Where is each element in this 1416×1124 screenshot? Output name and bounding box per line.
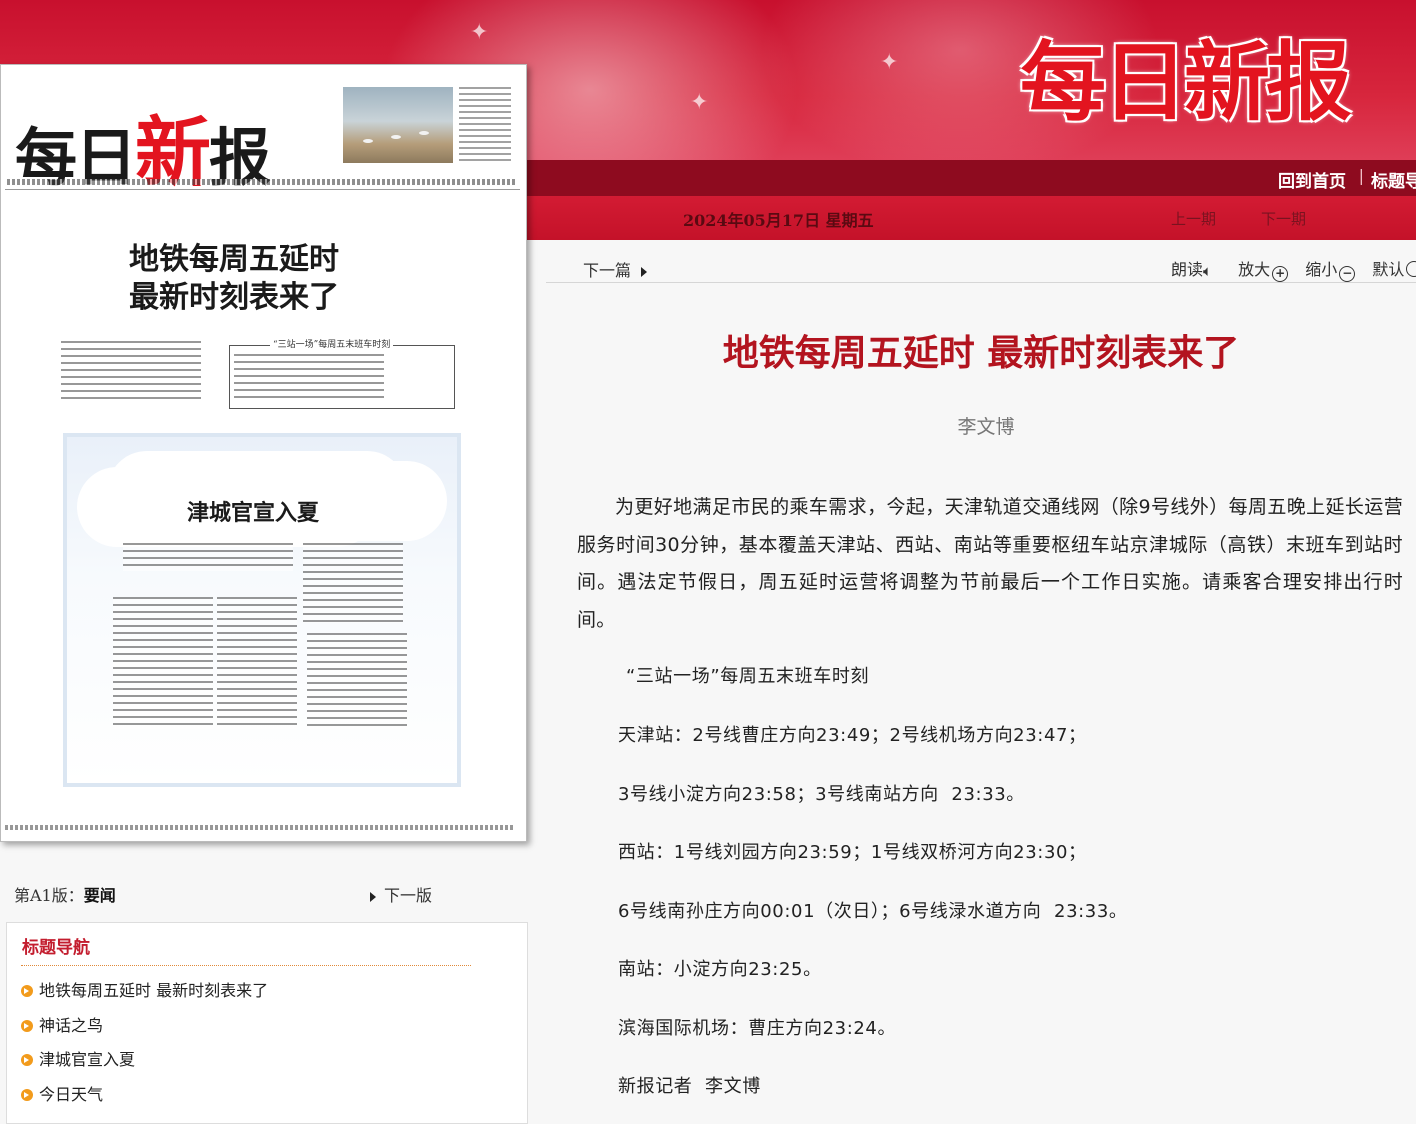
article-line: “三站一场”每周五末班车时刻 [626,666,870,687]
default-size-button[interactable]: 默认 [1372,256,1416,280]
article-intro-paragraph: 为更好地满足市民的乘车需求，今起，天津轨道交通线网（除9号线外）每周五晚上延长运… [577,496,1403,631]
top-nav-bar: 回到首页 | 标题导 [527,160,1416,196]
site-logo[interactable]: 每日新报 [1020,28,1352,138]
article-line: 3号线小淀方向23:58；3号线南站方向 23:33。 [618,784,1025,805]
paper-footer-line [5,825,513,830]
next-edition-link[interactable]: 下一版 [370,882,432,906]
next-issue-link[interactable]: 下一期 [1261,208,1306,229]
zoom-in-button[interactable]: 放大 + [1238,256,1289,282]
bullet-arrow-icon [21,1020,33,1032]
newspaper-page-thumbnail[interactable]: 每日新报 地铁每周五延时 最新时刻表来了 “三站一场”每周五末班车时刻 津城官宣… [0,64,527,842]
next-article-link[interactable]: 下一篇 [583,257,648,281]
article-toolbar: 下一篇 朗读🔈︎ 放大 + 缩小 − 默认 [546,256,1416,283]
reset-circle-icon [1406,261,1416,277]
edition-label: 第A1版：要闻 [14,886,116,905]
paper-photo-birds[interactable] [343,87,453,163]
plus-circle-icon: + [1272,266,1289,282]
article-line: 西站：1号线刘园方向23:59；1号线双桥河方向23:30； [618,842,1087,863]
issue-date: 2024年05月17日 星期五 [683,211,874,230]
article-line: 天津站：2号线曹庄方向23:49；2号线机场方向23:47； [618,725,1087,746]
sparkle-icon: ✦ [690,90,709,115]
paper-text-block [303,543,403,623]
paper-headline-line-1: 地铁每周五延时 [129,242,339,277]
toc-item[interactable]: 今日天气 [21,1081,103,1105]
toc-divider [21,965,471,966]
paper-info-line [7,179,515,185]
paper-text-block [123,543,293,571]
article-author: 李文博 [957,416,1015,438]
headline-navigation: 标题导航 地铁每周五延时 最新时刻表来了 神话之鸟 津城官宣入夏 今日天气 [6,922,528,1124]
article-line: 滨海国际机场：曹庄方向23:24。 [618,1018,897,1039]
paper-headline-line-2: 最新时刻表来了 [129,280,339,315]
read-aloud-button[interactable]: 朗读🔈︎ [1171,256,1221,280]
play-arrow-icon [370,891,376,902]
article-title: 地铁每周五延时 最新时刻表来了 [722,333,1240,374]
nav-separator: | [1358,166,1364,185]
toc-title: 标题导航 [22,938,90,958]
play-arrow-icon [641,266,648,277]
article-line: 6号线南孙庄方向00:01（次日）；6号线渌水道方向 23:33。 [618,901,1128,922]
paper-text-block [113,597,213,729]
sparkle-icon: ✦ [880,50,899,75]
paper-text-block [307,633,407,729]
paper-side-text [459,87,511,163]
bullet-arrow-icon [21,1089,33,1101]
paper-headline-region[interactable]: 地铁每周五延时 最新时刻表来了 [129,241,389,317]
prev-issue-link[interactable]: 上一期 [1171,208,1216,229]
paper-text-block [61,341,201,399]
toc-item[interactable]: 津城官宣入夏 [21,1046,135,1070]
reading-tools: 朗读🔈︎ 放大 + 缩小 − 默认 [1171,256,1416,282]
nav-home-link[interactable]: 回到首页 [1278,167,1346,192]
bullet-arrow-icon [21,1054,33,1066]
paper-text-block [234,354,384,402]
paper-divider [5,189,520,190]
minus-circle-icon: − [1339,266,1356,282]
paper-text-block [217,597,297,729]
paper-timetable-title: “三站一场”每周五末班车时刻 [270,337,394,350]
bullet-arrow-icon [21,985,33,997]
nav-index-link[interactable]: 标题导 [1371,167,1416,192]
article-line: 新报记者 李文博 [618,1076,761,1097]
paper-feature-box[interactable]: 津城官宣入夏 [63,433,461,787]
paper-timetable-box: “三站一场”每周五末班车时刻 [229,337,455,409]
article-line: 南站：小淀方向23:25。 [618,959,822,980]
toc-item[interactable]: 神话之鸟 [21,1012,103,1036]
paper-feature-title: 津城官宣入夏 [187,501,320,526]
toc-item[interactable]: 地铁每周五延时 最新时刻表来了 [21,977,268,1001]
sparkle-icon: ✦ [470,20,489,45]
speaker-icon: 🔈︎ [1203,262,1213,280]
zoom-out-button[interactable]: 缩小 − [1305,256,1356,282]
date-bar: 2024年05月17日 星期五 上一期 下一期 [527,196,1416,240]
